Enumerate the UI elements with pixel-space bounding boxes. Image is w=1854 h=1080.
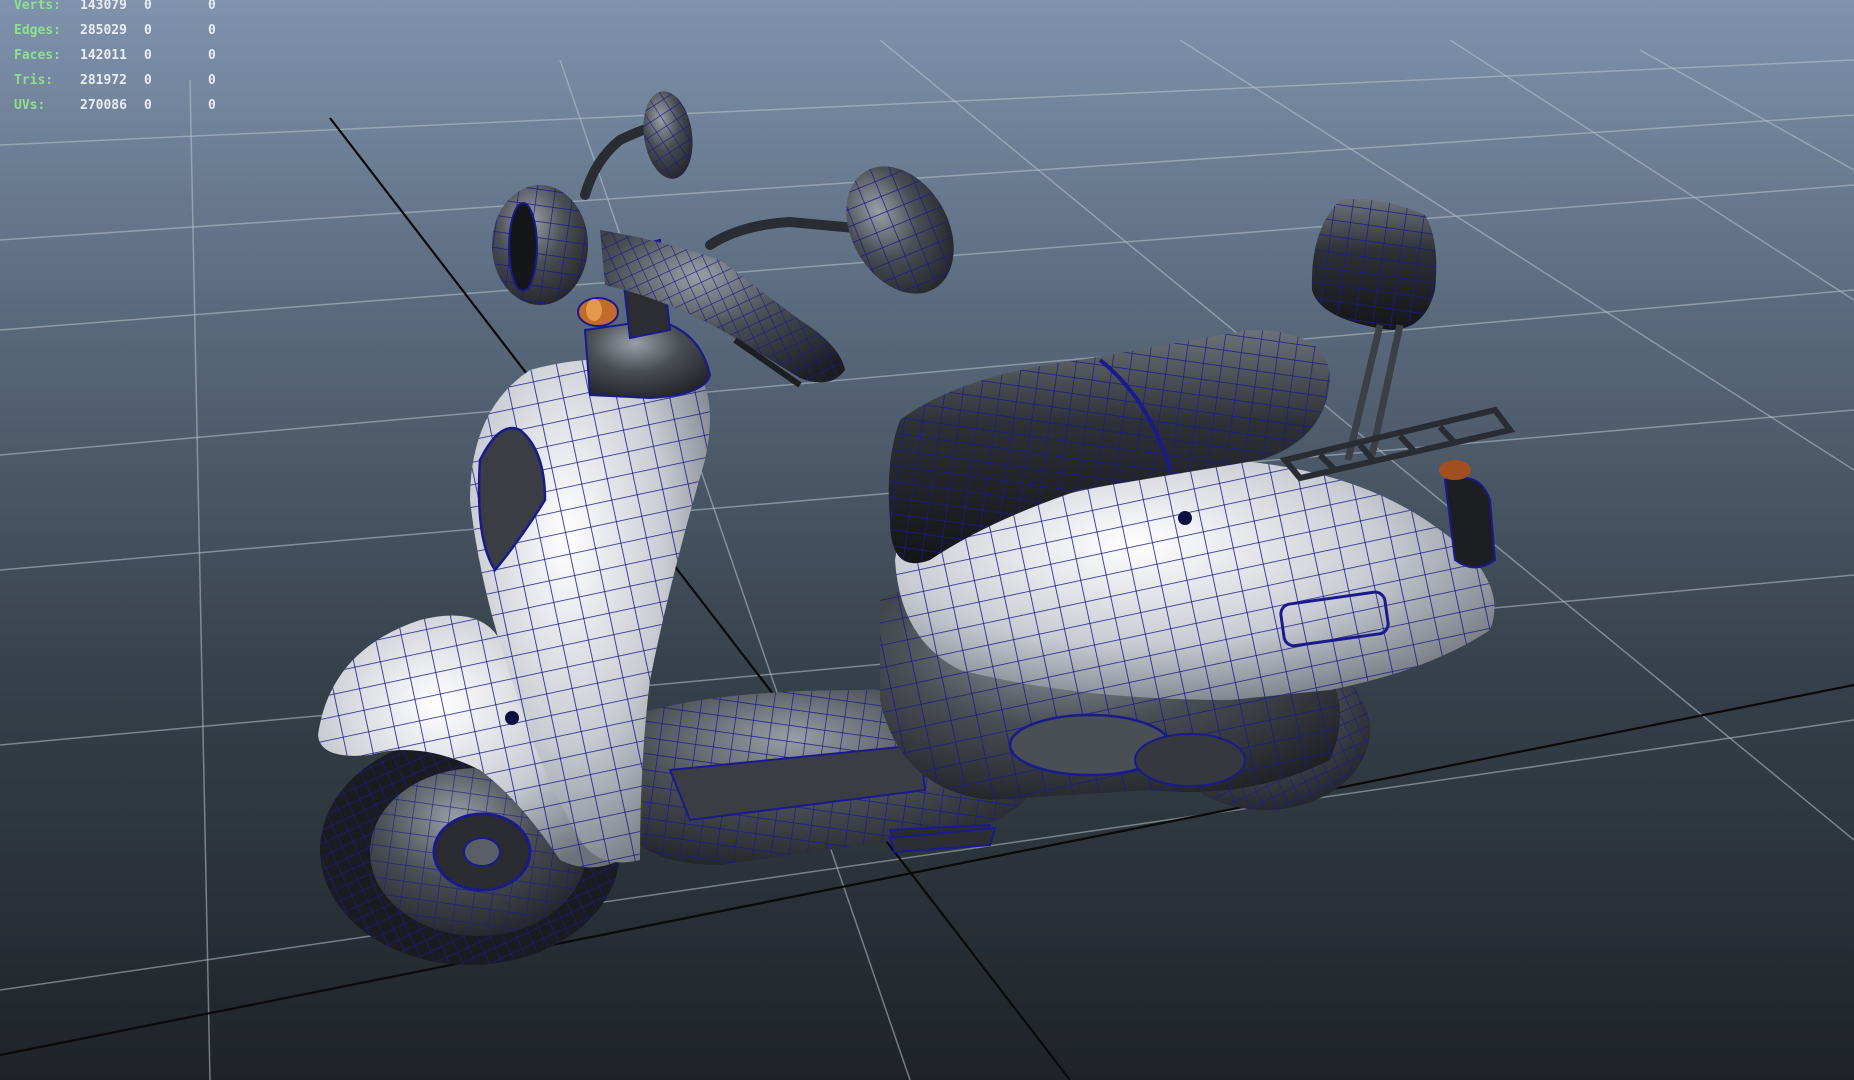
hud-label: Edges: — [14, 23, 61, 38]
hud-total: 285029 — [80, 23, 127, 38]
hud-component: 0 — [208, 23, 216, 38]
hud-row-tris: Tris: 281972 0 0 — [14, 68, 238, 93]
hud-row-verts: Verts: 143079 0 0 — [14, 0, 238, 18]
hud-total: 270086 — [80, 98, 127, 113]
hud-selected: 0 — [144, 23, 152, 38]
scooter-model — [318, 91, 1516, 965]
3d-viewport[interactable]: Verts: 143079 0 0 Edges: 285029 0 0 Face… — [0, 0, 1854, 1080]
hud-label: UVs: — [14, 98, 46, 113]
hud-label: Verts: — [14, 0, 61, 13]
hud-total: 281972 — [80, 73, 127, 88]
hud-component: 0 — [208, 98, 216, 113]
rear-rack — [1279, 406, 1516, 482]
hud-selected: 0 — [144, 73, 152, 88]
hud-selected: 0 — [144, 48, 152, 63]
hud-total: 142011 — [80, 48, 127, 63]
hud-label: Tris: — [14, 73, 54, 88]
hud-component: 0 — [208, 0, 216, 13]
hud-label: Faces: — [14, 48, 61, 63]
hud-row-uvs: UVs: 270086 0 0 — [14, 93, 238, 118]
hud-row-edges: Edges: 285029 0 0 — [14, 18, 238, 43]
hud-selected: 0 — [144, 98, 152, 113]
hud-selected: 0 — [144, 0, 152, 13]
scene-canvas[interactable] — [0, 0, 1854, 1080]
headlight — [492, 185, 619, 327]
poly-count-hud: Verts: 143079 0 0 Edges: 285029 0 0 Face… — [14, 0, 238, 118]
left-mirror — [643, 91, 693, 179]
hud-total: 143079 — [80, 0, 127, 13]
hud-component: 0 — [208, 48, 216, 63]
hud-component: 0 — [208, 73, 216, 88]
hud-row-faces: Faces: 142011 0 0 — [14, 43, 238, 68]
